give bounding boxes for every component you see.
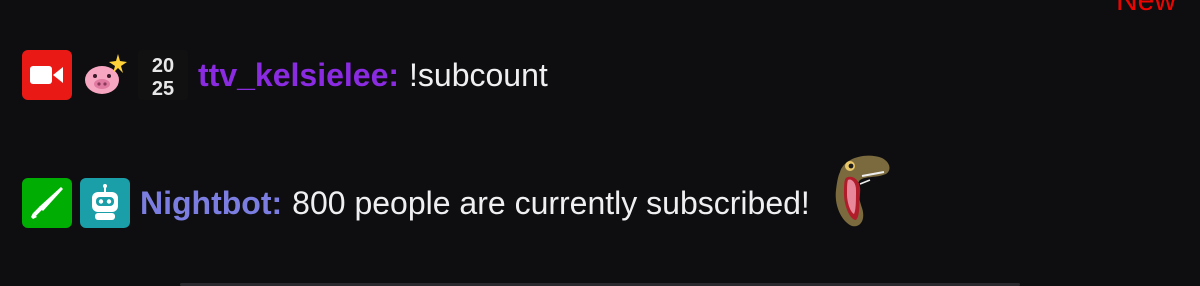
moderator-sword-badge-icon[interactable] — [22, 178, 72, 228]
username-colon: : — [271, 184, 283, 221]
chat-message[interactable]: 20 25 ttv_kelsielee: !subcount — [22, 49, 548, 101]
chat-message-text: 800 people are currently subscribed! — [292, 184, 810, 221]
dinosaur-emote-icon[interactable] — [826, 150, 896, 238]
verified-bot-badge-icon[interactable] — [80, 178, 130, 228]
year-2025-badge-icon[interactable]: 20 25 — [138, 50, 188, 100]
new-label: New — [1115, 0, 1176, 17]
chat-username[interactable]: ttv_kelsielee — [198, 57, 388, 94]
username-colon: : — [388, 56, 400, 93]
pig-sparkle-badge-icon[interactable] — [80, 50, 130, 100]
broadcaster-badge-icon[interactable] — [22, 50, 72, 100]
chat-username[interactable]: Nightbot — [140, 185, 272, 222]
chat-message-text: !subcount — [409, 56, 548, 93]
chat-message[interactable]: Nightbot: 800 people are currently subsc… — [22, 155, 896, 229]
svg-text:20: 20 — [152, 55, 174, 77]
svg-text:25: 25 — [152, 78, 174, 100]
